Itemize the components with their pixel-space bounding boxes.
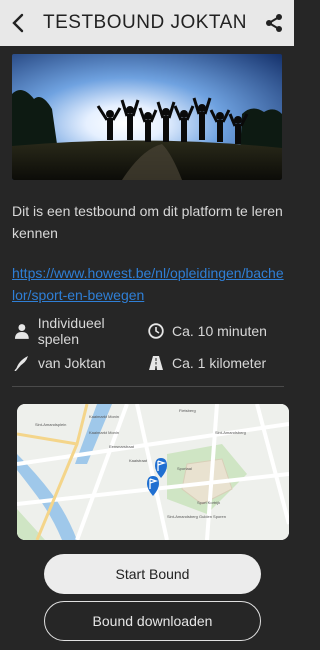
person-icon <box>14 324 29 339</box>
top-app-bar: TESTBOUND JOKTAN <box>0 0 294 46</box>
play-mode: Individueel spelen <box>14 315 148 347</box>
chevron-left-icon <box>12 13 24 33</box>
hero-image <box>12 54 282 180</box>
map-label: Sint-Amandsberg <box>215 430 246 435</box>
map-label: Kaaistraat <box>129 458 148 463</box>
play-mode-label: Individueel spelen <box>37 315 105 347</box>
bound-description: Dit is een testbound om dit platform te … <box>12 203 283 241</box>
map-label: Sint-Amandsberg Gulden Sporen <box>167 514 226 519</box>
author: van Joktan <box>14 355 148 371</box>
clock-icon <box>148 323 164 339</box>
feather-icon <box>14 356 28 371</box>
route-map[interactable]: Kaaimarkt Monin Kaaimarkt Monin Sint-Ama… <box>17 404 289 540</box>
map-label: Sint-Amandsplein <box>35 422 66 427</box>
map-label: Sportaal <box>177 466 192 471</box>
author-label: van Joktan <box>38 355 106 371</box>
map-label: Eensnarstraat <box>109 444 135 449</box>
sunset-silhouette-image <box>12 54 282 180</box>
map-label: Kaaimarkt Monin <box>89 430 119 435</box>
back-button[interactable] <box>0 0 36 46</box>
map-label: Sport Kortrijk <box>197 500 220 505</box>
info-row-1: Individueel spelen Ca. 10 minuten <box>14 315 286 347</box>
divider <box>12 386 284 387</box>
download-bound-button[interactable]: Bound downloaden <box>44 601 261 641</box>
distance: Ca. 1 kilometer <box>148 355 266 371</box>
map-canvas: Kaaimarkt Monin Kaaimarkt Monin Sint-Ama… <box>17 404 289 540</box>
map-label: Fietsberg <box>179 408 196 413</box>
start-bound-button[interactable]: Start Bound <box>44 554 261 594</box>
share-button[interactable] <box>254 0 294 46</box>
info-row-2: van Joktan Ca. 1 kilometer <box>14 352 286 374</box>
distance-label: Ca. 1 kilometer <box>172 355 267 371</box>
page-title: TESTBOUND JOKTAN <box>43 12 247 33</box>
duration-label: Ca. 10 minuten <box>172 323 267 339</box>
road-icon <box>149 356 163 370</box>
duration: Ca. 10 minuten <box>148 323 267 339</box>
external-link[interactable]: https://www.howest.be/nl/opleidingen/bac… <box>12 262 284 306</box>
share-icon <box>266 14 282 32</box>
map-label: Kaaimarkt Monin <box>89 414 119 419</box>
